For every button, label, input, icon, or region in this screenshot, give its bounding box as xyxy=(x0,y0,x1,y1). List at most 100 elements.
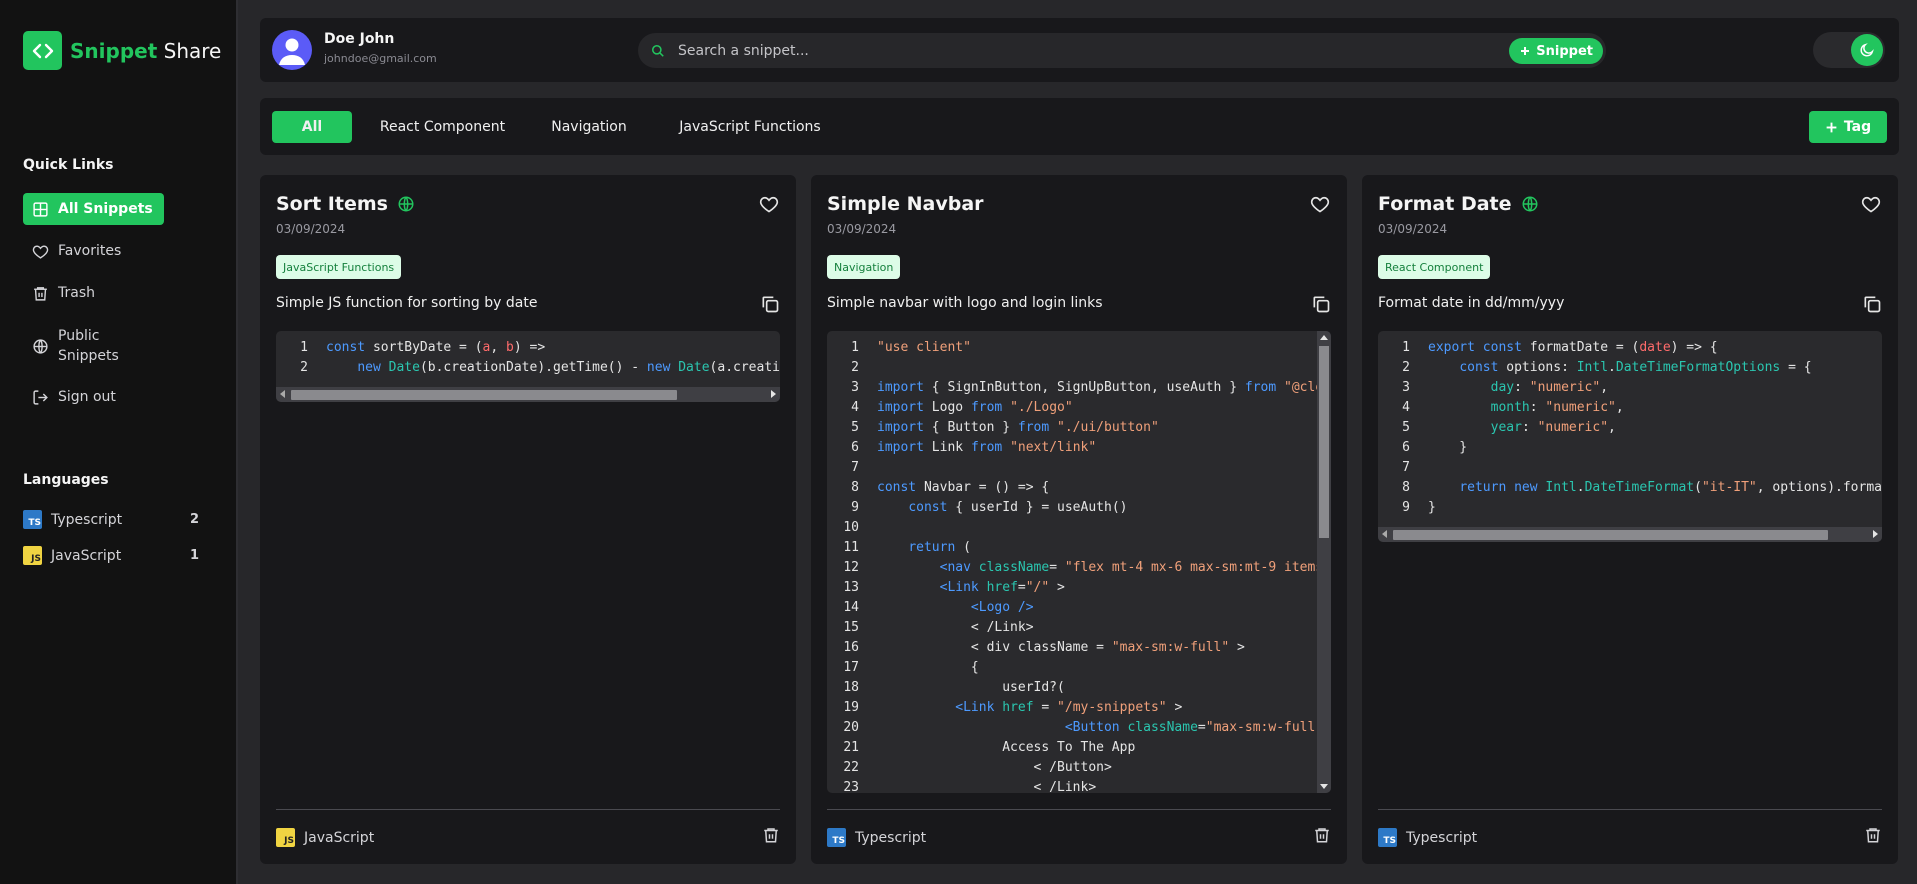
line-number: 9 xyxy=(851,500,859,515)
tag-react-component[interactable]: React Component xyxy=(375,111,510,143)
sidebar: Snippet Share Quick Links All Snippets F… xyxy=(0,0,238,884)
plus-icon xyxy=(1826,122,1837,132)
code-block[interactable]: 1 const sortByDate = (a, b) => 2 new Date(… xyxy=(276,331,780,402)
code-block[interactable]: 1 export const formatDate = (date) => {2 … xyxy=(1378,331,1882,542)
line-number: 15 xyxy=(843,620,859,635)
search-icon xyxy=(651,44,664,57)
card-title[interactable]: Sort Items xyxy=(276,193,388,215)
line-number: 23 xyxy=(843,780,859,793)
code-line: 8 return new Intl.DateTimeFormat("it-IT"… xyxy=(1378,478,1882,498)
code-line: 21 Access To The App xyxy=(827,738,1317,758)
line-number: 20 xyxy=(843,720,859,735)
code-line: 4 import Logo from "./Logo" xyxy=(827,398,1317,418)
dark-mode-toggle[interactable] xyxy=(1813,32,1885,68)
line-content: new Date(b.creationDate).getTime() - new… xyxy=(357,360,780,375)
code-line: 5 import { Button } from "./ui/button" xyxy=(827,418,1317,438)
tag-navigation[interactable]: Navigation xyxy=(544,111,634,143)
card-language-name: Typescript xyxy=(1406,829,1478,846)
code-line: 17 { xyxy=(827,658,1317,678)
sign-out-icon xyxy=(33,389,48,405)
card-language: TS Typescript xyxy=(827,828,926,847)
trash-icon[interactable] xyxy=(1313,826,1331,844)
code-line: 10 xyxy=(827,518,1317,538)
line-content: year: "numeric", xyxy=(1490,420,1616,435)
line-content: <Logo /> xyxy=(970,600,1034,615)
line-number: 2 xyxy=(1402,360,1410,375)
language-item-javascript[interactable]: JS JavaScript 1 xyxy=(23,546,199,565)
line-content: <Button className="max-sm:w-full bg-gree… xyxy=(1064,720,1331,735)
code-line: 22 < /Button> xyxy=(827,758,1317,778)
add-tag-button[interactable]: Tag xyxy=(1809,111,1887,143)
code-line: 3 import { SignInButton, SignUpButton, us… xyxy=(827,378,1331,398)
line-content: const sortByDate = (a, b) => xyxy=(326,340,546,355)
line-number: 4 xyxy=(1402,400,1410,415)
trash-icon[interactable] xyxy=(1864,826,1882,844)
language-item-typescript[interactable]: TS Typescript 2 xyxy=(23,510,199,529)
app-name: Snippet Share xyxy=(70,38,222,63)
sidebar-item-favorites[interactable]: Favorites xyxy=(23,239,164,263)
card-language: JS JavaScript xyxy=(276,828,374,847)
favorite-heart-icon[interactable] xyxy=(1310,194,1330,214)
trash-icon[interactable] xyxy=(762,826,780,844)
line-content xyxy=(1410,458,1428,478)
search-bar: Snippet xyxy=(638,33,1606,68)
sidebar-item-all-snippets[interactable]: All Snippets xyxy=(23,193,164,225)
sidebar-item-label: Favorites xyxy=(58,243,122,259)
card-title[interactable]: Simple Navbar xyxy=(827,193,984,215)
sidebar-item-sign-out[interactable]: Sign out xyxy=(23,385,164,409)
search-input[interactable] xyxy=(678,33,1518,68)
line-number: 7 xyxy=(1402,460,1410,475)
horizontal-scrollbar[interactable] xyxy=(276,387,780,402)
line-content: "use client" xyxy=(877,340,971,355)
code-line: 12 <nav className= "flex mt-4 mx-6 max-s… xyxy=(827,558,1331,578)
card-date: 03/09/2024 xyxy=(276,222,346,236)
card-description: Simple JS function for sorting by date xyxy=(276,295,538,311)
sidebar-item-public-snippets[interactable]: Public Snippets xyxy=(23,326,164,366)
line-number: 5 xyxy=(851,420,859,435)
code-line: 20 <Button className="max-sm:w-full bg-g… xyxy=(827,718,1331,738)
copy-icon[interactable] xyxy=(1311,294,1331,314)
horizontal-scrollbar[interactable] xyxy=(1378,527,1882,542)
app-logo[interactable]: Snippet Share xyxy=(23,31,221,70)
line-number: 5 xyxy=(1402,420,1410,435)
plus-icon xyxy=(1521,47,1530,55)
line-number: 4 xyxy=(851,400,859,415)
avatar[interactable] xyxy=(272,30,312,70)
add-snippet-button[interactable]: Snippet xyxy=(1509,38,1603,64)
card-title[interactable]: Format Date xyxy=(1378,193,1512,215)
language-name: Typescript xyxy=(51,511,123,528)
favorite-heart-icon[interactable] xyxy=(759,194,779,214)
card-description: Format date in dd/mm/yyy xyxy=(1378,295,1565,311)
code-line: 18 userId?( xyxy=(827,678,1317,698)
sidebar-item-label: Trash xyxy=(58,285,95,301)
code-block[interactable]: 1 "use client" 2 3 import { SignInButton, Si… xyxy=(827,331,1331,793)
card-tag: JavaScript Functions xyxy=(276,255,402,279)
line-content: userId?( xyxy=(877,680,1065,695)
javascript-icon: JS xyxy=(276,828,295,847)
code-line: 23 < /Link> xyxy=(827,778,1317,793)
grid-icon xyxy=(33,201,48,217)
tag-all[interactable]: All xyxy=(272,111,352,143)
line-number: 3 xyxy=(851,380,859,395)
copy-icon[interactable] xyxy=(1862,294,1882,314)
code-line: 1 "use client" xyxy=(827,338,1317,358)
line-content: import { Button } from "./ui/button" xyxy=(877,420,1159,435)
copy-icon[interactable] xyxy=(760,294,780,314)
code-line: 1 export const formatDate = (date) => { xyxy=(1378,338,1882,358)
card-divider xyxy=(276,809,780,810)
card-divider xyxy=(827,809,1331,810)
top-bar: Doe John johndoe@gmail.com Snippet xyxy=(260,18,1899,82)
tag-javascript-functions[interactable]: JavaScript Functions xyxy=(670,111,830,143)
vertical-scrollbar[interactable] xyxy=(1317,331,1331,793)
globe-icon xyxy=(33,338,48,354)
sidebar-item-trash[interactable]: Trash xyxy=(23,281,164,305)
code-line: 13 <Link href="/" > xyxy=(827,578,1317,598)
card-title-row: Simple Navbar xyxy=(827,193,984,215)
add-tag-label: Tag xyxy=(1843,119,1872,135)
favorite-heart-icon[interactable] xyxy=(1861,194,1881,214)
line-content: import { SignInButton, SignUpButton, use… xyxy=(877,380,1331,395)
code-line: 9 const { userId } = useAuth() xyxy=(827,498,1317,518)
line-number: 18 xyxy=(843,680,859,695)
code-line: 19 <Link href = "/my-snippets" > xyxy=(827,698,1317,718)
code-line: 15 < /Link> xyxy=(827,618,1317,638)
